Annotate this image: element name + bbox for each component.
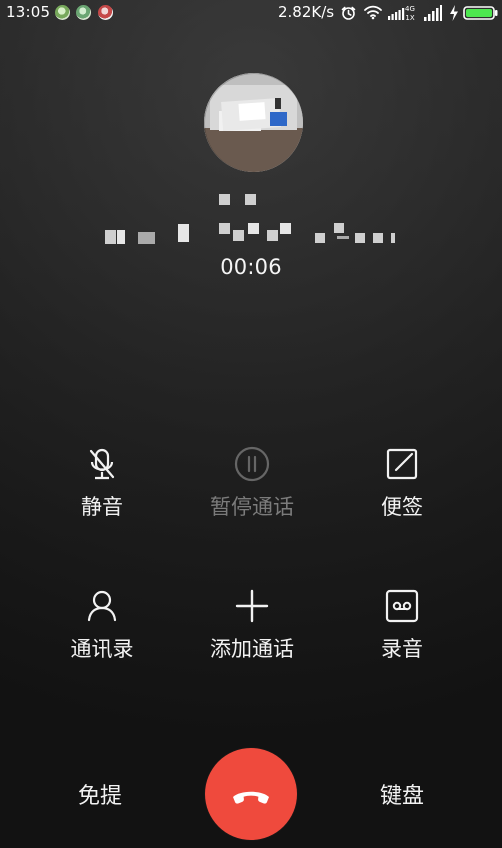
plus-icon (235, 589, 269, 623)
masked-number-piece (315, 233, 325, 243)
avatar-photo-image (204, 73, 303, 172)
alarm-icon (341, 6, 356, 20)
mute-mic-icon (89, 448, 115, 480)
hold-call-button[interactable]: 暂停通话 (192, 444, 312, 544)
add-call-label: 添加通话 (210, 637, 294, 661)
end-call-button[interactable] (205, 748, 297, 840)
caller-number-masked (105, 194, 397, 246)
hold-call-label: 暂停通话 (210, 495, 294, 519)
contacts-label: 通讯录 (70, 637, 134, 661)
record-tape-icon (385, 589, 419, 623)
caller-avatar-photo (204, 73, 303, 172)
wifi-icon (364, 5, 382, 20)
app-notification-icon (76, 5, 91, 20)
record-label: 录音 (381, 637, 423, 661)
pause-circle-icon (234, 446, 270, 482)
hangup-phone-icon (233, 791, 269, 804)
masked-number-piece (337, 236, 349, 239)
status-time: 13:05 (6, 3, 51, 21)
masked-number-piece (219, 194, 230, 205)
masked-number-piece (233, 230, 244, 241)
masked-number-piece (248, 223, 259, 234)
speakerphone-button[interactable]: 免提 (55, 780, 145, 814)
svg-text:4G: 4G (405, 5, 415, 13)
keypad-button[interactable]: 键盘 (357, 780, 447, 814)
signal-bars-icon (424, 5, 442, 21)
contacts-button[interactable]: 通讯录 (42, 586, 162, 686)
notes-label: 便签 (381, 495, 423, 519)
masked-number-piece (245, 194, 256, 205)
app-notification-icon (55, 5, 70, 20)
charging-bolt-icon (450, 5, 458, 21)
masked-number-piece (334, 223, 344, 233)
masked-number-piece (355, 233, 365, 243)
note-edit-icon (386, 448, 418, 480)
svg-text:1X: 1X (405, 14, 414, 21)
add-call-button[interactable]: 添加通话 (192, 586, 312, 686)
signal-4g-icon: 4G 1X (388, 5, 415, 21)
masked-number-piece (280, 223, 291, 234)
incall-screen: 13:05 2.82K/s 4G 1X 00:06 静音 暂停通话 便签 通讯录… (0, 0, 502, 848)
network-speed: 2.82K/s (278, 3, 335, 21)
masked-number-piece (391, 233, 395, 243)
masked-number-piece (117, 230, 125, 244)
masked-number-piece (178, 224, 189, 242)
battery-icon (463, 6, 498, 20)
masked-number-piece (219, 223, 230, 234)
call-timer: 00:06 (220, 255, 282, 279)
contacts-person-icon (87, 590, 117, 622)
mute-label: 静音 (81, 495, 123, 519)
masked-number-piece (138, 232, 155, 244)
notes-button[interactable]: 便签 (342, 444, 462, 544)
mute-button[interactable]: 静音 (42, 444, 162, 544)
record-button[interactable]: 录音 (342, 586, 462, 686)
app-notification-icon (98, 5, 113, 20)
masked-number-piece (267, 230, 278, 241)
status-bar: 13:05 2.82K/s 4G 1X (0, 0, 502, 26)
masked-number-piece (373, 233, 383, 243)
masked-number-piece (105, 230, 116, 244)
